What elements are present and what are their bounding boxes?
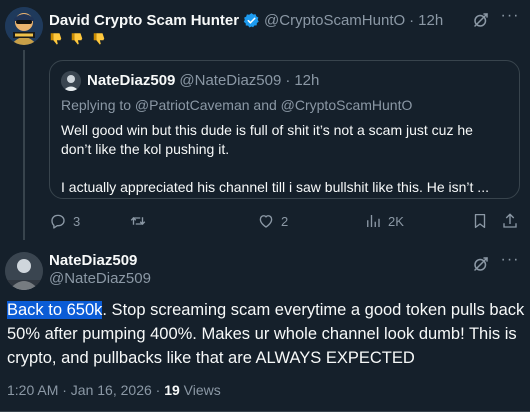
grok-icon[interactable] bbox=[472, 255, 490, 273]
share-icon bbox=[503, 213, 517, 228]
grok-icon[interactable] bbox=[472, 11, 490, 29]
like-button[interactable]: 2 bbox=[257, 211, 288, 231]
replying-to-label[interactable]: Replying to @PatriotCaveman and @CryptoS… bbox=[61, 97, 412, 113]
quoted-text-line: don’t like the kol pushing it. bbox=[61, 141, 230, 157]
reply-button[interactable]: 3 bbox=[49, 211, 80, 231]
thumbs-down-icon bbox=[70, 31, 84, 46]
separator-dot: · bbox=[409, 11, 415, 29]
repost-icon bbox=[130, 217, 146, 225]
tweet-text: Back to 650k. Stop screaming scam everyt… bbox=[7, 298, 525, 370]
reply-icon bbox=[51, 214, 65, 229]
tweet-text bbox=[49, 31, 108, 51]
repost-button[interactable] bbox=[129, 211, 153, 231]
verified-badge-icon bbox=[243, 12, 260, 29]
avatar[interactable] bbox=[5, 7, 43, 45]
quoted-author-handle[interactable]: @NateDiaz509 bbox=[179, 72, 281, 89]
views-label: Views bbox=[179, 382, 221, 398]
tweet[interactable]: David Crypto Scam Hunter @CryptoScamHunt… bbox=[0, 0, 530, 243]
author-handle[interactable]: @CryptoScamHuntO bbox=[264, 12, 405, 29]
views-count: 19 bbox=[164, 382, 180, 398]
quoted-text-line: Well good win but this dude is full of s… bbox=[61, 122, 473, 138]
separator-dot: · bbox=[285, 72, 291, 89]
thumbs-down-icon bbox=[92, 31, 106, 46]
quoted-author-name[interactable]: NateDiaz509 bbox=[87, 72, 175, 89]
author-name[interactable]: David Crypto Scam Hunter bbox=[49, 12, 239, 29]
thread-connector-line bbox=[23, 50, 25, 240]
tweet-header: David Crypto Scam Hunter @CryptoScamHunt… bbox=[49, 10, 522, 30]
quoted-text-line: I actually appreciated his channel till … bbox=[61, 179, 489, 195]
thumbs-down-icon bbox=[49, 31, 63, 46]
bookmark-icon bbox=[474, 213, 486, 229]
share-button[interactable] bbox=[501, 211, 525, 231]
focused-tweet: NateDiaz509 @NateDiaz509 ··· Back to 650… bbox=[0, 243, 530, 412]
quoted-tweet-time[interactable]: 12h bbox=[294, 72, 319, 89]
more-options-icon[interactable]: ··· bbox=[500, 8, 520, 28]
quoted-tweet-header: NateDiaz509 @NateDiaz509 · 12h bbox=[87, 72, 319, 89]
analytics-icon bbox=[367, 215, 380, 227]
heart-icon bbox=[259, 215, 273, 228]
reply-count: 3 bbox=[73, 213, 81, 229]
author-name[interactable]: NateDiaz509 bbox=[49, 252, 137, 269]
avatar[interactable] bbox=[5, 252, 43, 290]
tweet-time[interactable]: 12h bbox=[418, 12, 443, 29]
thread-view: David Crypto Scam Hunter @CryptoScamHunt… bbox=[0, 0, 530, 412]
tweet-meta: 1:20 AM · Jan 16, 2026 · 19 Views bbox=[7, 382, 221, 398]
like-count: 2 bbox=[281, 213, 289, 229]
bookmark-button[interactable] bbox=[471, 211, 495, 231]
author-handle[interactable]: @NateDiaz509 bbox=[49, 270, 151, 287]
views-button[interactable]: 2K bbox=[364, 211, 404, 231]
tweet-action-bar: 3 2 2K bbox=[49, 211, 520, 231]
quoted-tweet-text: Well good win but this dude is full of s… bbox=[61, 121, 506, 197]
quoted-tweet-card[interactable]: NateDiaz509 @NateDiaz509 · 12h Replying … bbox=[49, 60, 520, 199]
tweet-timestamp[interactable]: 1:20 AM · Jan 16, 2026 · bbox=[7, 382, 164, 398]
selected-text: Back to 650k bbox=[7, 301, 103, 319]
view-count: 2K bbox=[388, 213, 404, 229]
avatar[interactable] bbox=[61, 71, 81, 91]
more-options-icon[interactable]: ··· bbox=[500, 252, 520, 272]
